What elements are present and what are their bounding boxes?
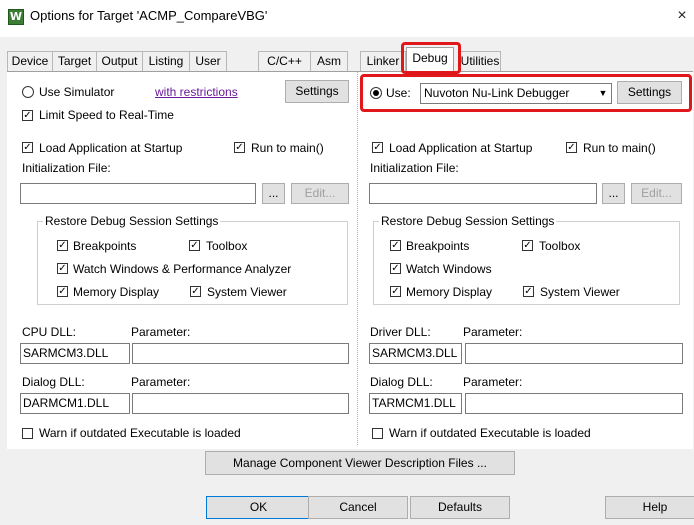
- memory-display-label-left: Memory Display: [73, 285, 160, 299]
- dialog-dll-label-right: Dialog DLL:: [370, 375, 433, 389]
- dialog-dll-input-left[interactable]: DARMCM1.DLL: [20, 393, 130, 414]
- breakpoints-checkbox-right[interactable]: ✓: [390, 240, 401, 251]
- limit-speed-label: Limit Speed to Real-Time: [39, 108, 174, 122]
- init-file-input-right[interactable]: [369, 183, 597, 204]
- run-to-main-label-right: Run to main(): [583, 141, 656, 155]
- toolbox-label-left: Toolbox: [206, 239, 248, 253]
- run-to-main-label-left: Run to main(): [251, 141, 324, 155]
- run-to-main-checkbox-left[interactable]: ✓: [234, 142, 245, 153]
- limit-speed-checkbox[interactable]: ✓: [22, 110, 33, 121]
- system-viewer-label-right: System Viewer: [540, 285, 620, 299]
- debugger-highlight: [360, 74, 692, 112]
- driver-dll-param-label: Parameter:: [463, 325, 523, 339]
- system-viewer-checkbox-right[interactable]: ✓: [523, 286, 534, 297]
- driver-dll-label: Driver DLL:: [370, 325, 431, 339]
- load-app-checkbox-left[interactable]: ✓: [22, 142, 33, 153]
- init-file-label-right: Initialization File:: [370, 161, 459, 175]
- load-app-label-left: Load Application at Startup: [39, 141, 183, 155]
- toolbox-label-right: Toolbox: [539, 239, 581, 253]
- init-file-edit-right[interactable]: Edit...: [631, 183, 682, 204]
- restore-group-title-right: Restore Debug Session Settings: [379, 214, 557, 228]
- dialog-dll-param-label-left: Parameter:: [131, 375, 191, 389]
- tab-output[interactable]: Output: [96, 51, 143, 71]
- ok-button[interactable]: OK: [206, 496, 311, 519]
- breakpoints-checkbox-left[interactable]: ✓: [57, 240, 68, 251]
- init-file-browse-left[interactable]: ...: [262, 183, 285, 204]
- cpu-dll-input[interactable]: SARMCM3.DLL: [20, 343, 130, 364]
- dialog-dll-input-right[interactable]: TARMCM1.DLL: [369, 393, 462, 414]
- init-file-browse-right[interactable]: ...: [602, 183, 625, 204]
- watch-windows-label-right: Watch Windows: [406, 262, 492, 276]
- tab-utilities[interactable]: Utilities: [459, 51, 501, 71]
- system-viewer-label-left: System Viewer: [207, 285, 287, 299]
- tab-c-cpp[interactable]: C/C++: [258, 51, 311, 71]
- defaults-button[interactable]: Defaults: [410, 496, 510, 519]
- use-simulator-label: Use Simulator: [39, 85, 115, 99]
- restrictions-link[interactable]: with restrictions: [155, 85, 238, 99]
- breakpoints-label-left: Breakpoints: [73, 239, 137, 253]
- cpu-dll-param-label: Parameter:: [131, 325, 191, 339]
- watch-windows-checkbox-right[interactable]: ✓: [390, 263, 401, 274]
- window-title: Options for Target 'ACMP_CompareVBG': [30, 8, 268, 23]
- tab-device[interactable]: Device: [7, 51, 53, 71]
- driver-dll-input[interactable]: SARMCM3.DLL: [369, 343, 462, 364]
- warn-outdated-checkbox-left[interactable]: [22, 428, 33, 439]
- tab-asm[interactable]: Asm: [310, 51, 348, 71]
- cpu-dll-param-input[interactable]: [132, 343, 349, 364]
- tab-target[interactable]: Target: [52, 51, 97, 71]
- breakpoints-label-right: Breakpoints: [406, 239, 470, 253]
- warn-outdated-label-left: Warn if outdated Executable is loaded: [39, 426, 241, 440]
- watch-windows-label-left: Watch Windows & Performance Analyzer: [73, 262, 292, 276]
- restore-group-title-left: Restore Debug Session Settings: [43, 214, 221, 228]
- tab-user[interactable]: User: [189, 51, 227, 71]
- manage-component-viewer-button[interactable]: Manage Component Viewer Description File…: [205, 451, 515, 475]
- load-app-checkbox-right[interactable]: ✓: [372, 142, 383, 153]
- warn-outdated-checkbox-right[interactable]: [372, 428, 383, 439]
- panel-divider: [357, 72, 358, 445]
- app-icon: W: [8, 9, 24, 25]
- help-button[interactable]: Help: [605, 496, 694, 519]
- system-viewer-checkbox-left[interactable]: ✓: [190, 286, 201, 297]
- run-to-main-checkbox-right[interactable]: ✓: [566, 142, 577, 153]
- memory-display-checkbox-left[interactable]: ✓: [57, 286, 68, 297]
- tab-listing[interactable]: Listing: [142, 51, 190, 71]
- toolbox-checkbox-right[interactable]: ✓: [522, 240, 533, 251]
- memory-display-label-right: Memory Display: [406, 285, 493, 299]
- init-file-label-left: Initialization File:: [22, 161, 111, 175]
- dialog-dll-param-input-right[interactable]: [465, 393, 683, 414]
- init-file-input-left[interactable]: [20, 183, 256, 204]
- toolbox-checkbox-left[interactable]: ✓: [189, 240, 200, 251]
- memory-display-checkbox-right[interactable]: ✓: [390, 286, 401, 297]
- init-file-edit-left[interactable]: Edit...: [291, 183, 349, 204]
- close-icon[interactable]: ×: [670, 2, 694, 30]
- tab-linker[interactable]: Linker: [360, 51, 406, 71]
- warn-outdated-label-right: Warn if outdated Executable is loaded: [389, 426, 591, 440]
- dialog-dll-label-left: Dialog DLL:: [22, 375, 85, 389]
- simulator-settings-button[interactable]: Settings: [285, 80, 349, 103]
- watch-windows-checkbox-left[interactable]: ✓: [57, 263, 68, 274]
- load-app-label-right: Load Application at Startup: [389, 141, 533, 155]
- dialog-dll-param-label-right: Parameter:: [463, 375, 523, 389]
- use-simulator-radio[interactable]: [22, 86, 34, 98]
- dialog-dll-param-input-left[interactable]: [132, 393, 349, 414]
- debug-tab-highlight: [401, 42, 461, 74]
- driver-dll-param-input[interactable]: [465, 343, 683, 364]
- cpu-dll-label: CPU DLL:: [22, 325, 77, 339]
- cancel-button[interactable]: Cancel: [308, 496, 408, 519]
